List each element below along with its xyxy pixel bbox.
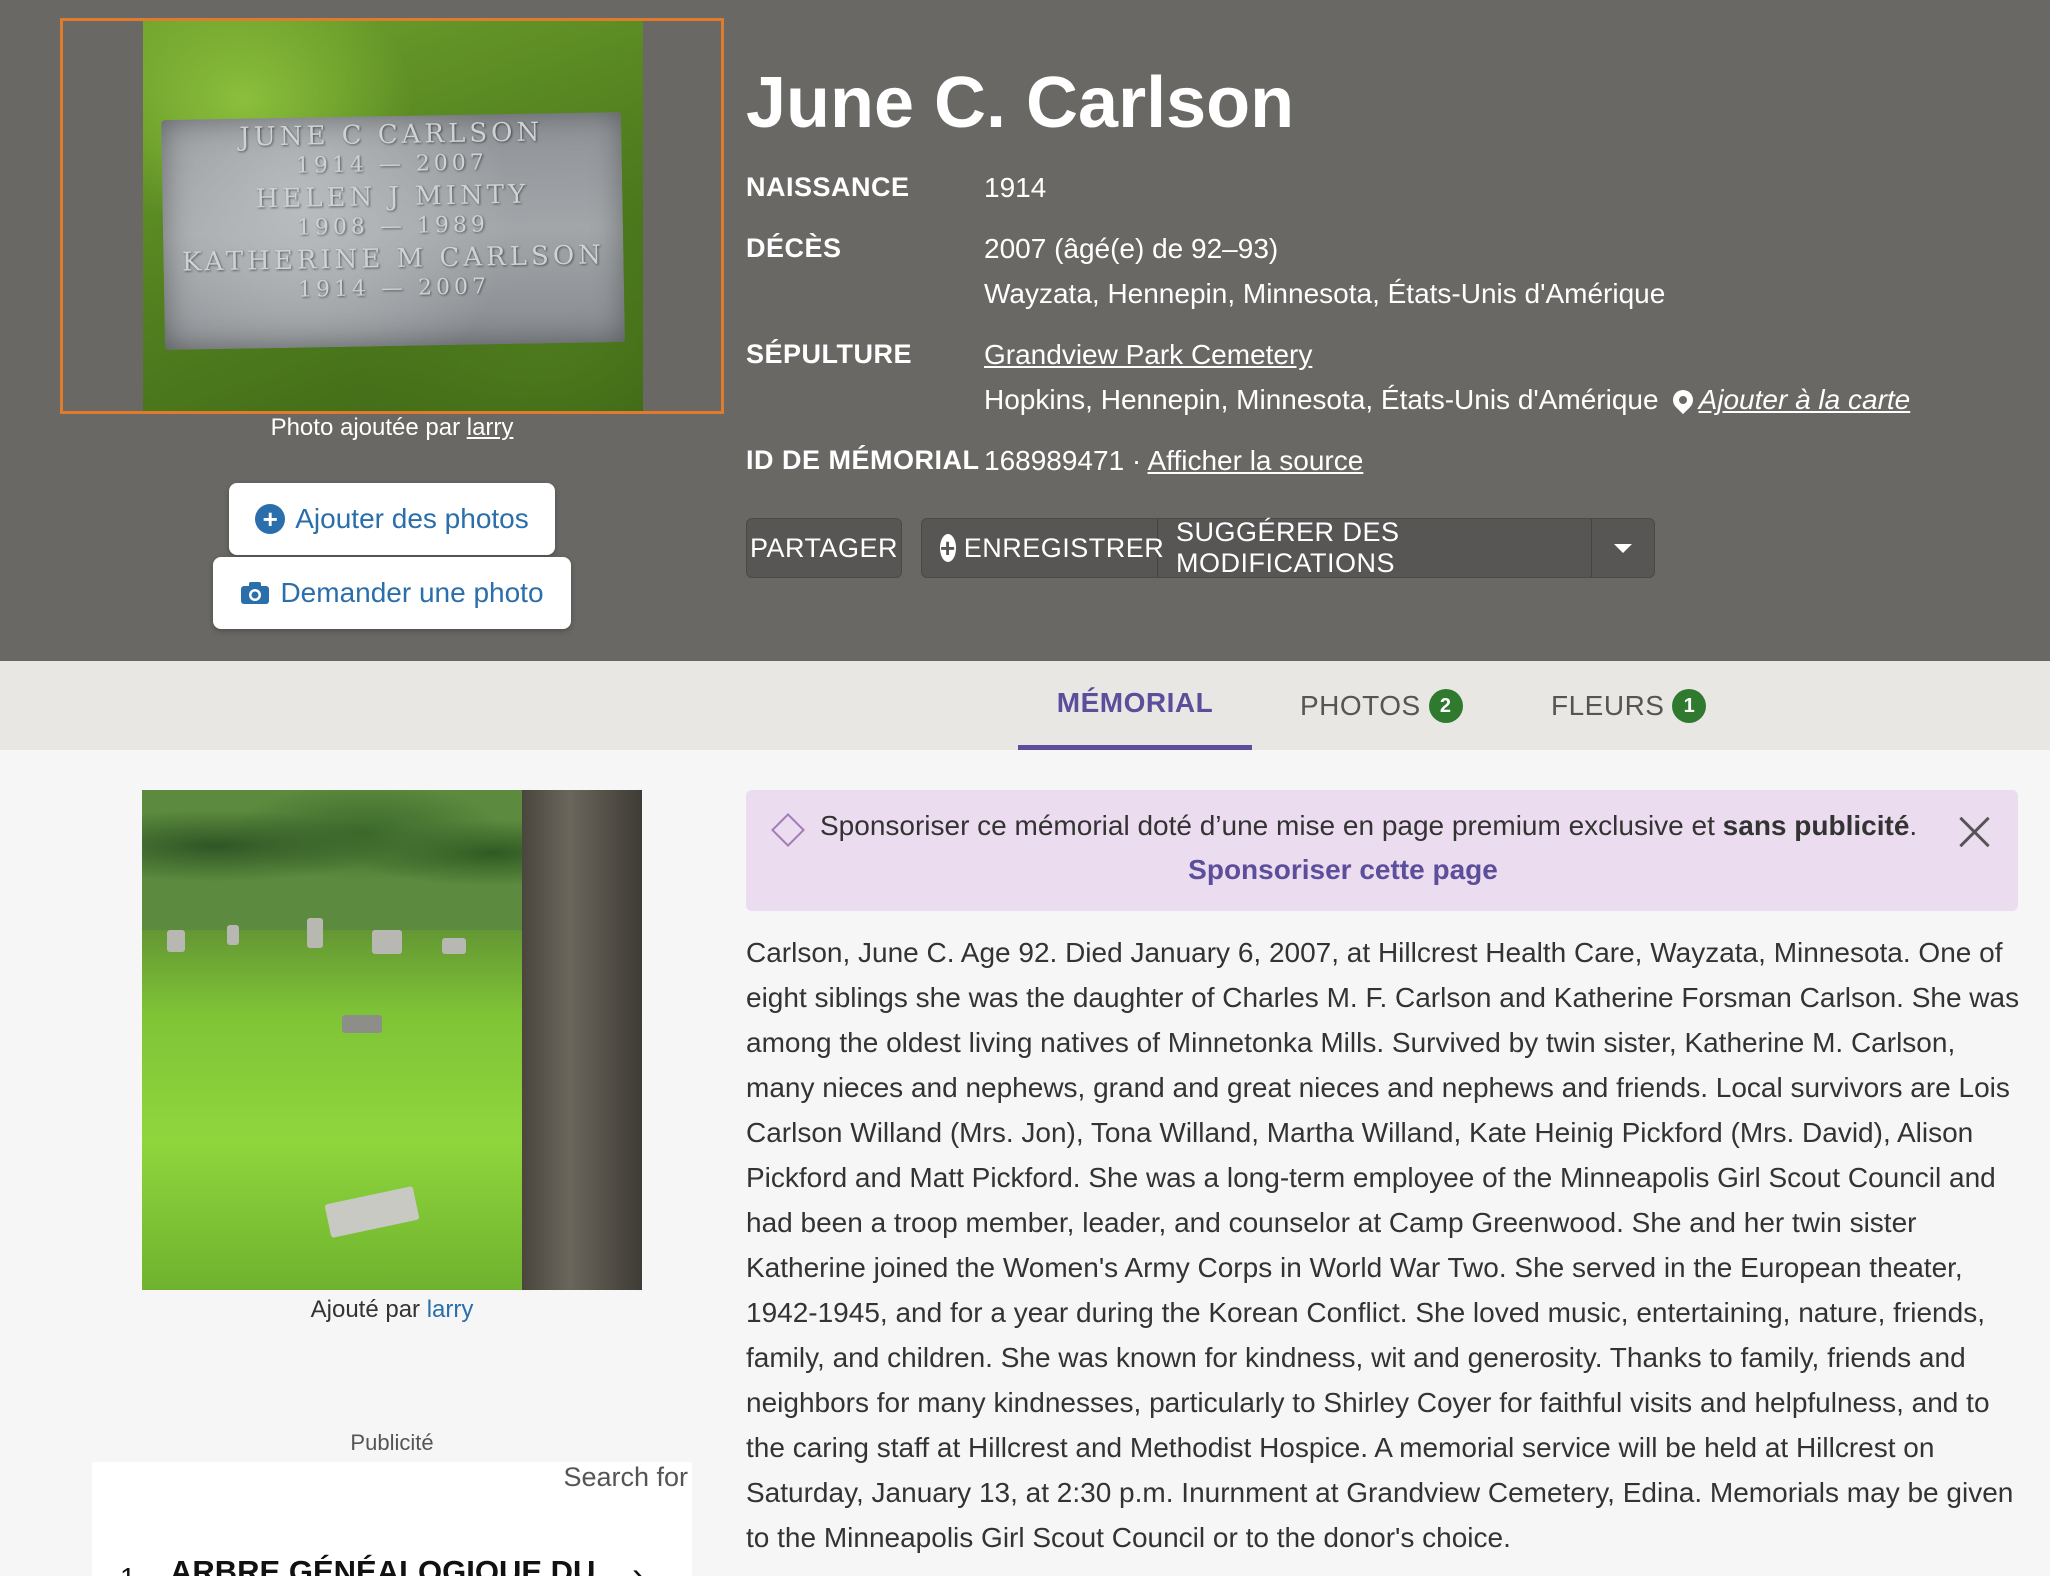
cemetery-caption-prefix: Ajouté par (310, 1296, 427, 1323)
ad-item-title[interactable]: ARBRE GÉNÉALOGIQUE DU (170, 1554, 595, 1576)
cemetery-photo-caption: Ajouté par larry (142, 1296, 642, 1324)
headstone-line: 1914 — 2007 (297, 274, 491, 303)
add-to-map-link[interactable]: Ajouter à la carte (1699, 384, 1911, 416)
headstone-line: 1908 — 1989 (296, 212, 490, 241)
death-label: DÉCÈS (746, 233, 842, 263)
tab-flowers[interactable]: FLEURS 1 (1551, 661, 1707, 750)
gravestone-shape (342, 1015, 382, 1033)
sponsor-text-bold: sans publicité (1722, 810, 1910, 841)
diamond-icon (771, 813, 805, 847)
burial-label: SÉPULTURE (746, 339, 913, 369)
more-actions-dropdown[interactable] (1592, 519, 1654, 577)
sponsor-text-suffix: . (1909, 810, 1918, 841)
sponsor-text-prefix: Sponsoriser ce mémorial doté d’une mise … (820, 810, 1723, 841)
chevron-right-icon: › (632, 1554, 644, 1576)
photos-count-badge: 2 (1428, 688, 1463, 723)
share-button[interactable]: PARTAGER (746, 518, 902, 578)
ad-label: Publicité (350, 1430, 434, 1455)
memorial-id-value: 168989471 · (984, 445, 1148, 476)
advertisement[interactable]: Search for 1. ARBRE GÉNÉALOGIQUE DU › (92, 1462, 692, 1576)
birth-label: NAISSANCE (746, 172, 910, 202)
ad-search-text: Search for (563, 1462, 688, 1492)
photo-caption: Photo ajoutée par larry (60, 414, 724, 442)
tab-memorial[interactable]: MÉMORIAL (1018, 661, 1252, 750)
cemetery-photo-contributor-link[interactable]: larry (427, 1296, 474, 1323)
gravestone-shape (442, 938, 466, 954)
camera-icon (241, 582, 270, 604)
tab-photos[interactable]: PHOTOS 2 (1300, 661, 1463, 750)
sponsor-message: Sponsoriser ce mémorial doté d’une mise … (820, 810, 1917, 842)
headstone-image: JUNE C CARLSON 1914 — 2007 HELEN J MINTY… (143, 21, 643, 411)
tab-flowers-label: FLEURS (1551, 689, 1665, 721)
sponsor-page-link[interactable]: Sponsoriser cette page (746, 854, 1940, 886)
tree-trunk (522, 790, 642, 1290)
person-name: June C. Carlson (746, 63, 1295, 143)
biography: Carlson, June C. Age 92. Died January 6,… (746, 937, 2020, 1553)
headstone-photo[interactable]: JUNE C CARLSON 1914 — 2007 HELEN J MINTY… (60, 18, 724, 414)
tab-bar: MÉMORIAL PHOTOS 2 FLEURS 1 (0, 661, 2050, 750)
caret-down-icon (1614, 543, 1632, 553)
tab-photos-label: PHOTOS (1300, 689, 1421, 721)
request-photo-label: Demander une photo (280, 577, 544, 608)
gravestone-shape (372, 930, 402, 954)
memorial-id-label: ID DE MÉMORIAL (746, 445, 980, 475)
birth-value: 1914 (984, 172, 1047, 203)
headstone-line: 1914 — 2007 (295, 150, 489, 179)
gravestone-shape (227, 925, 239, 945)
photo-contributor-link[interactable]: larry (467, 414, 514, 441)
action-button-group: + ENREGISTRER SUGGÉRER DES MODIFICATIONS (921, 517, 1655, 578)
memorial-id-row: 168989471 · Afficher la source (984, 445, 1363, 477)
flowers-count-badge: 1 (1672, 688, 1707, 723)
plus-circle-icon: + (940, 533, 956, 563)
ad-item-number: 1. (120, 1562, 143, 1576)
add-photos-label: Ajouter des photos (295, 503, 529, 534)
burial-cemetery: Grandview Park Cemetery (984, 339, 1312, 371)
map-pin-icon (1668, 385, 1697, 415)
save-label: ENREGISTRER (963, 532, 1165, 563)
burial-place: Hopkins, Hennepin, Minnesota, États-Unis… (984, 384, 1659, 415)
add-photos-button[interactable]: + Ajouter des photos (229, 483, 555, 555)
request-photo-button[interactable]: Demander une photo (213, 557, 571, 629)
cemetery-link[interactable]: Grandview Park Cemetery (984, 339, 1312, 370)
death-place: Wayzata, Hennepin, Minnesota, États-Unis… (984, 278, 1666, 309)
death-value: 2007 (âgé(e) de 92–93) (984, 233, 1279, 264)
cemetery-photo[interactable] (142, 790, 642, 1290)
tab-memorial-label: MÉMORIAL (1056, 687, 1214, 718)
suggest-edits-button[interactable]: SUGGÉRER DES MODIFICATIONS (1158, 517, 1592, 578)
gravestone-shape (167, 930, 185, 952)
gravestone-shape (307, 918, 323, 948)
gravestone-shape (324, 1186, 420, 1238)
memorial-header: JUNE C CARLSON 1914 — 2007 HELEN J MINTY… (0, 0, 2050, 661)
headstone-stone: JUNE C CARLSON 1914 — 2007 HELEN J MINTY… (161, 112, 625, 350)
view-source-link[interactable]: Afficher la source (1148, 445, 1364, 476)
sponsor-banner: Sponsoriser ce mémorial doté d’une mise … (746, 790, 2018, 911)
close-icon[interactable] (1954, 812, 1994, 852)
plus-circle-icon: + (255, 504, 286, 534)
burial-place-row: Hopkins, Hennepin, Minnesota, États-Unis… (984, 384, 1910, 416)
photo-caption-prefix: Photo ajoutée par (270, 414, 467, 441)
save-button[interactable]: + ENREGISTRER (922, 519, 1164, 577)
